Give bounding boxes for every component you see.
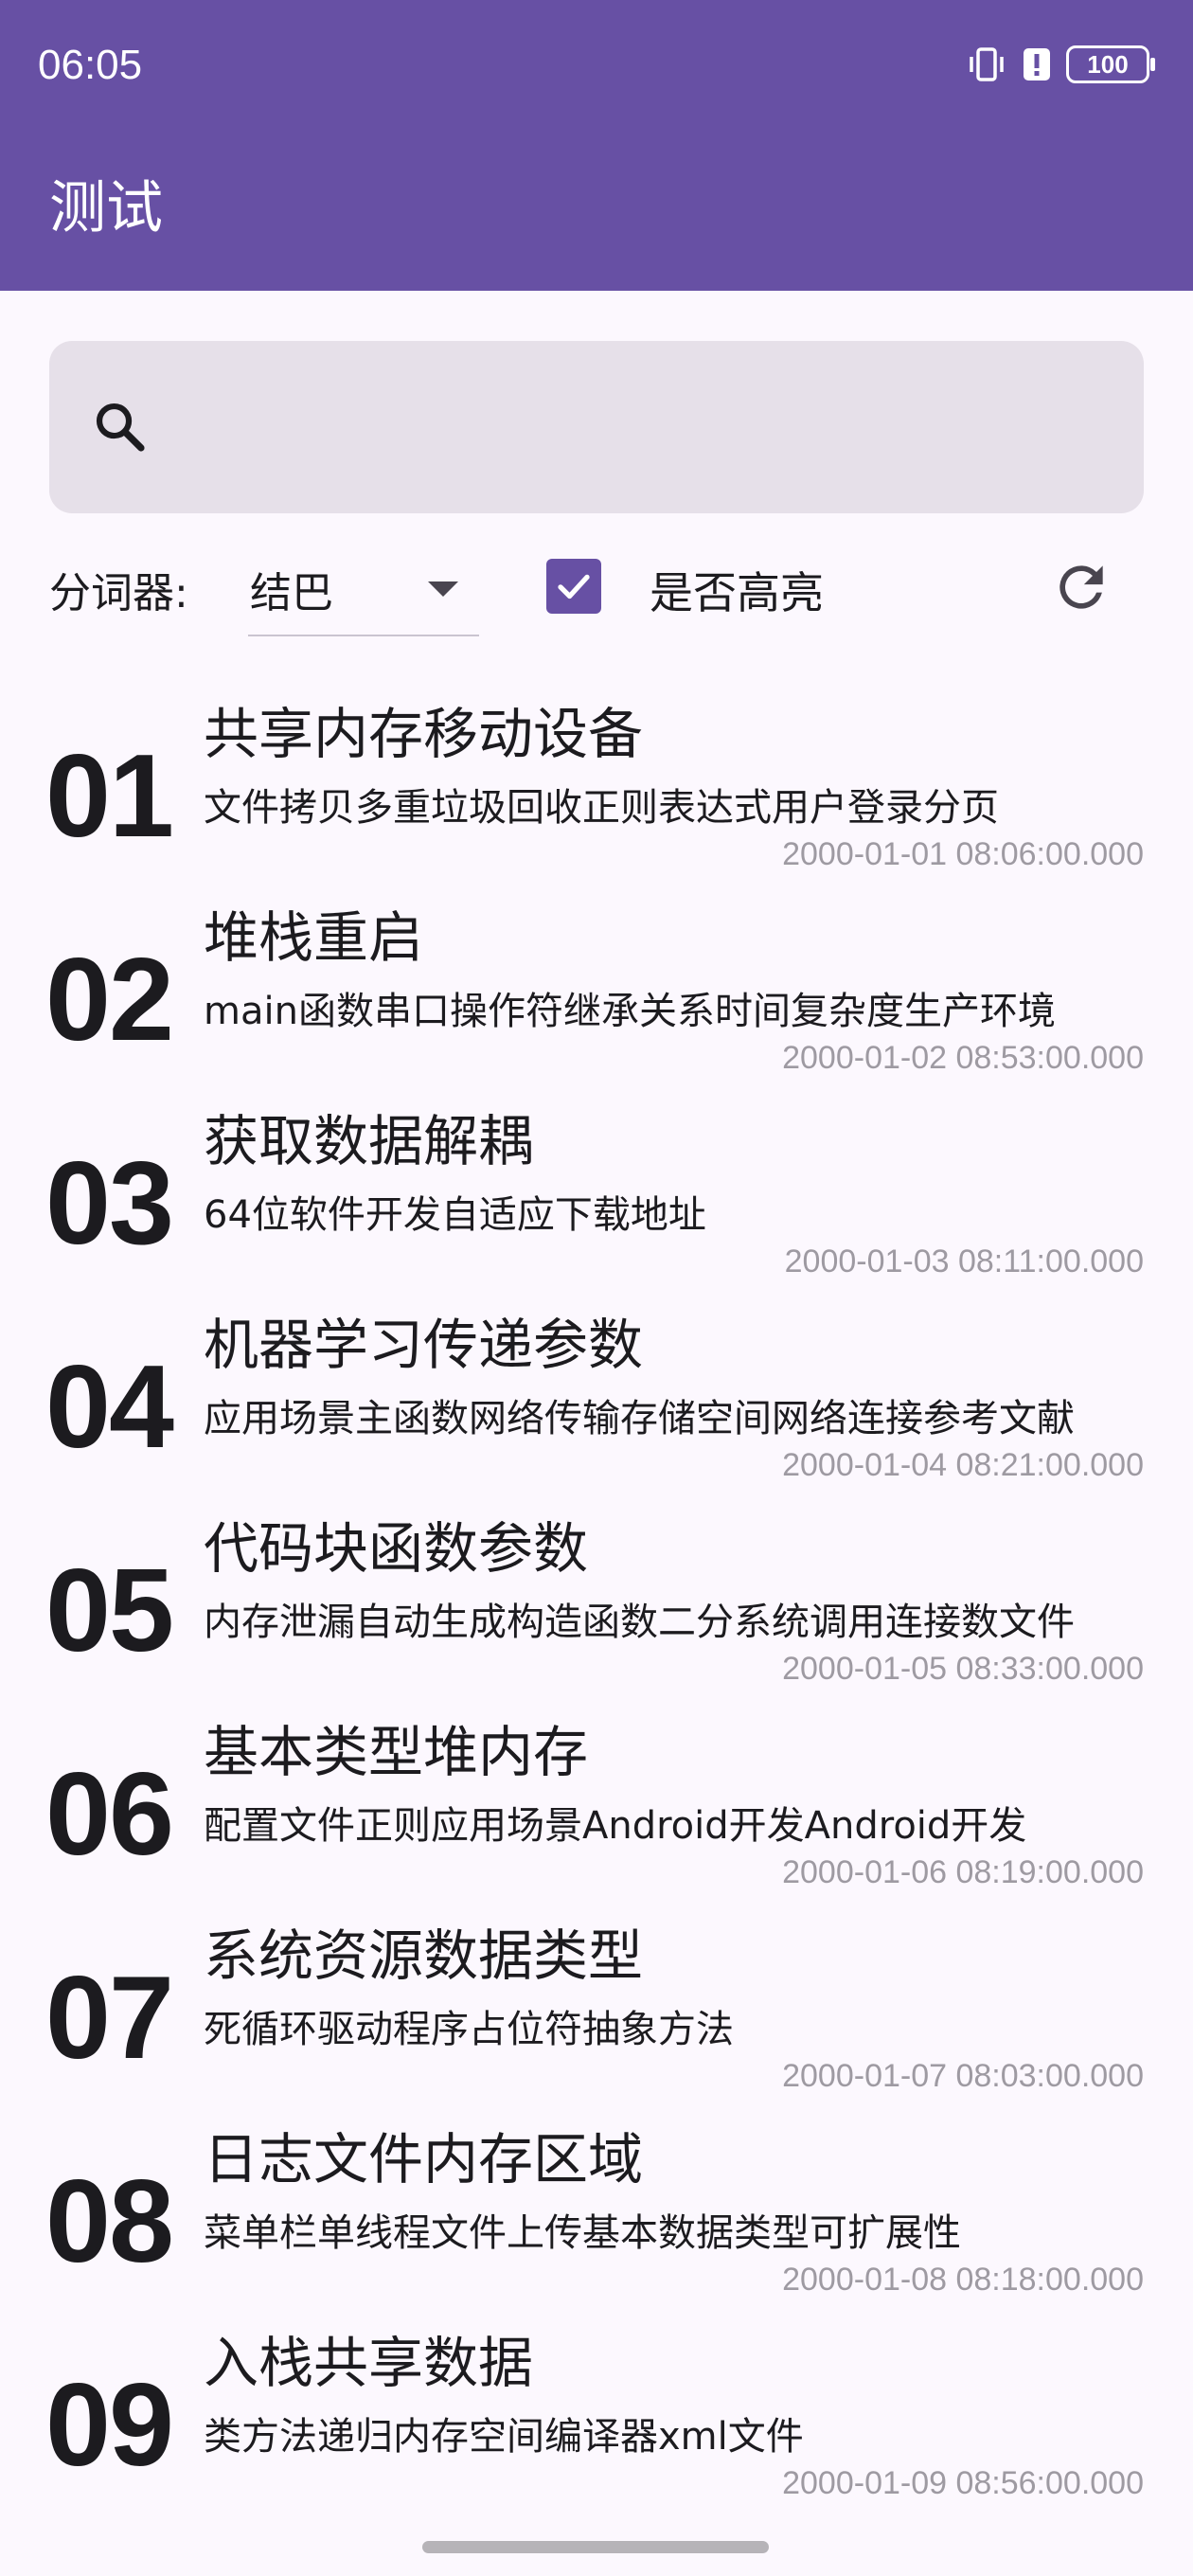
status-time: 06:05 (38, 42, 143, 88)
list-item[interactable]: 04 机器学习传递参数 应用场景主函数网络传输存储空间网络连接参考文献 2000… (0, 1293, 1193, 1496)
dropdown-arrow-icon (428, 581, 458, 597)
segmenter-value: 结巴 (250, 569, 333, 617)
item-title: 日志文件内存区域 (204, 2127, 644, 2191)
item-title: 获取数据解耦 (204, 1109, 534, 1173)
list-item[interactable]: 05 代码块函数参数 内存泄漏自动生成构造函数二分系统调用连接数文件 2000-… (0, 1496, 1193, 1700)
alert-icon (1021, 45, 1053, 83)
item-date: 2000-01-02 08:53:00.000 (782, 1040, 1144, 1076)
app-bar: 测试 (0, 137, 1193, 291)
status-bar: 06:05 100 (0, 0, 1193, 137)
item-number: 01 (45, 731, 174, 862)
search-input[interactable] (182, 386, 1113, 470)
item-title: 代码块函数参数 (204, 1516, 589, 1581)
item-title: 机器学习传递参数 (204, 1313, 644, 1377)
item-subtitle: 文件拷贝多重垃圾回收正则表达式用户登录分页 (204, 786, 999, 830)
search-bar[interactable] (49, 341, 1144, 513)
list-item[interactable]: 01 共享内存移动设备 文件拷贝多重垃圾回收正则表达式用户登录分页 2000-0… (0, 682, 1193, 886)
highlight-label: 是否高亮 (650, 567, 824, 618)
controls-row: 分词器: 结巴 是否高亮 (0, 549, 1193, 644)
item-date: 2000-01-04 08:21:00.000 (782, 1447, 1144, 1483)
item-date: 2000-01-05 08:33:00.000 (782, 1651, 1144, 1687)
item-subtitle: 类方法递归内存空间编译器xml文件 (204, 2415, 804, 2459)
list-item[interactable]: 08 日志文件内存区域 菜单栏单线程文件上传基本数据类型可扩展性 2000-01… (0, 2107, 1193, 2311)
list-item[interactable]: 06 基本类型堆内存 配置文件正则应用场景Android开发Android开发 … (0, 1700, 1193, 1904)
battery-indicator: 100 (1066, 45, 1155, 83)
item-number: 03 (45, 1138, 174, 1269)
results-list: 01 共享内存移动设备 文件拷贝多重垃圾回收正则表达式用户登录分页 2000-0… (0, 682, 1193, 2514)
segmenter-dropdown[interactable]: 结巴 (248, 549, 479, 636)
item-number: 09 (45, 2360, 174, 2491)
list-item[interactable]: 07 系统资源数据类型 死循环驱动程序占位符抽象方法 2000-01-07 08… (0, 1904, 1193, 2107)
item-number: 02 (45, 935, 174, 1065)
page-title: 测试 (49, 175, 163, 242)
item-subtitle: 死循环驱动程序占位符抽象方法 (204, 2008, 734, 2051)
item-number: 07 (45, 1953, 174, 2084)
item-subtitle: 配置文件正则应用场景Android开发Android开发 (204, 1804, 1027, 1848)
item-title: 共享内存移动设备 (204, 702, 644, 766)
item-number: 04 (45, 1342, 174, 1473)
item-date: 2000-01-03 08:11:00.000 (784, 1243, 1144, 1279)
item-date: 2000-01-01 08:06:00.000 (782, 836, 1144, 872)
item-date: 2000-01-08 08:18:00.000 (782, 2262, 1144, 2298)
item-number: 08 (45, 2156, 174, 2287)
item-title: 基本类型堆内存 (204, 1720, 589, 1784)
item-title: 堆栈重启 (204, 905, 424, 970)
item-subtitle: 内存泄漏自动生成构造函数二分系统调用连接数文件 (204, 1601, 1075, 1644)
gesture-nav-handle[interactable] (422, 2541, 769, 2553)
item-date: 2000-01-06 08:19:00.000 (782, 1854, 1144, 1890)
item-title: 系统资源数据类型 (204, 1923, 644, 1988)
list-item[interactable]: 09 入栈共享数据 类方法递归内存空间编译器xml文件 2000-01-09 0… (0, 2311, 1193, 2514)
item-subtitle: 菜单栏单线程文件上传基本数据类型可扩展性 (204, 2211, 961, 2255)
item-number: 06 (45, 1749, 174, 1880)
status-icons: 100 (966, 45, 1155, 83)
item-title: 入栈共享数据 (204, 2331, 534, 2395)
item-subtitle: 应用场景主函数网络传输存储空间网络连接参考文献 (204, 1397, 1075, 1440)
vibrate-icon (966, 45, 1007, 83)
item-date: 2000-01-09 08:56:00.000 (782, 2465, 1144, 2501)
list-item[interactable]: 02 堆栈重启 main函数串口操作符继承关系时间复杂度生产环境 2000-01… (0, 886, 1193, 1089)
item-subtitle: 64位软件开发自适应下载地址 (204, 1193, 706, 1237)
refresh-icon[interactable] (1049, 555, 1113, 623)
item-date: 2000-01-07 08:03:00.000 (782, 2058, 1144, 2094)
segmenter-label: 分词器: (49, 569, 188, 617)
check-icon (558, 574, 590, 599)
item-subtitle: main函数串口操作符继承关系时间复杂度生产环境 (204, 990, 1056, 1033)
search-icon (91, 398, 150, 460)
highlight-checkbox[interactable] (546, 559, 601, 614)
item-number: 05 (45, 1546, 174, 1676)
list-item[interactable]: 03 获取数据解耦 64位软件开发自适应下载地址 2000-01-03 08:1… (0, 1089, 1193, 1293)
